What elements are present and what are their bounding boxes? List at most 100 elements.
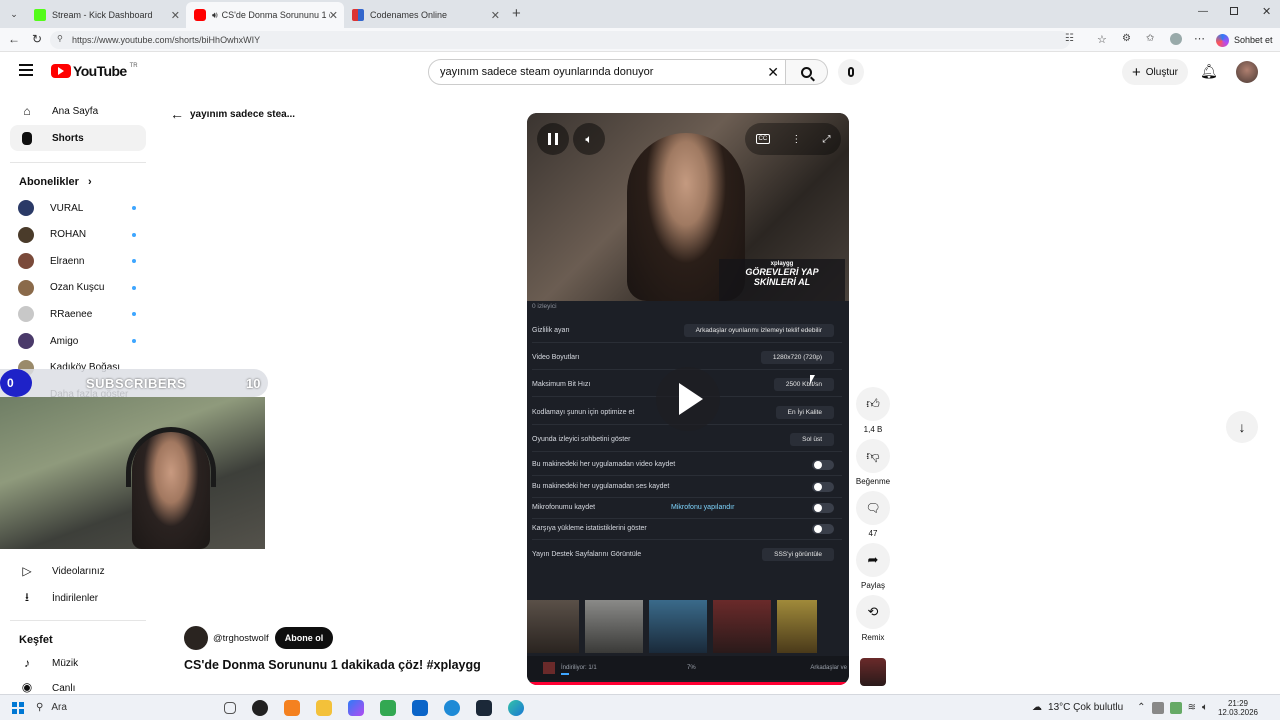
- sidebar-item-downloads[interactable]: ⭳ İndirilenler: [10, 585, 146, 611]
- maximize-icon[interactable]: [1230, 7, 1238, 15]
- voice-search-button[interactable]: [838, 59, 864, 85]
- steam-icon[interactable]: [476, 699, 492, 716]
- search-button[interactable]: [786, 59, 828, 85]
- remix-button[interactable]: ⟲ Remix: [856, 595, 890, 642]
- minimize-icon[interactable]: —: [1198, 6, 1208, 17]
- chevron-up-icon[interactable]: ⌃: [1137, 702, 1145, 713]
- copilot-button[interactable]: Sohbet et: [1216, 31, 1273, 49]
- subscription-item[interactable]: Ozan Kuşcu: [10, 275, 146, 301]
- fullscreen-icon[interactable]: ⤢: [822, 134, 830, 145]
- toggle-switch[interactable]: [812, 481, 834, 492]
- captions-icon[interactable]: CC: [755, 134, 771, 144]
- tab-kick-dashboard[interactable]: Stream - Kick Dashboard ✕: [26, 2, 186, 28]
- system-tray[interactable]: ⌃ ≋ 🔈︎: [1137, 701, 1208, 714]
- game-thumbnail[interactable]: [527, 600, 579, 653]
- hamburger-menu-icon[interactable]: [19, 64, 33, 76]
- close-window-icon[interactable]: ✕: [1262, 5, 1271, 18]
- video-progress-bar[interactable]: [527, 682, 849, 685]
- back-icon[interactable]: ←: [8, 32, 20, 46]
- game-thumbnail[interactable]: [585, 600, 643, 653]
- vscode-icon[interactable]: [444, 699, 460, 716]
- setting-dropdown[interactable]: En İyi Kalite: [775, 406, 834, 419]
- windows-start-icon[interactable]: [12, 701, 24, 714]
- channel-handle[interactable]: @trghostwolf: [213, 633, 269, 644]
- app-available-icon[interactable]: ☷: [1065, 33, 1074, 44]
- youtube-logo[interactable]: YouTube TR: [51, 63, 138, 79]
- channel-avatar[interactable]: [184, 626, 208, 650]
- sidebar-item-home[interactable]: ⌂ Ana Sayfa: [10, 98, 146, 124]
- weather-widget[interactable]: ☁︎ 13°C Çok bulutlu: [1032, 702, 1123, 713]
- wifi-icon[interactable]: ≋: [1188, 702, 1196, 713]
- close-icon[interactable]: ✕: [171, 9, 180, 22]
- sidebar-item-live[interactable]: ◉ Canlı: [10, 676, 146, 694]
- new-tab-button[interactable]: +: [512, 5, 521, 22]
- close-icon[interactable]: ✕: [329, 9, 338, 22]
- tab-codenames[interactable]: Codenames Online ✕: [344, 2, 506, 28]
- toggle-switch[interactable]: [812, 459, 834, 470]
- search-input[interactable]: yayınım sadece steam oyunlarında donuyor…: [428, 59, 786, 85]
- configure-microphone-link[interactable]: Mikrofonu yapılandır: [671, 504, 734, 511]
- close-icon[interactable]: ✕: [491, 9, 500, 22]
- back-to-search-link[interactable]: ← yayınım sadece stea...: [170, 106, 295, 122]
- url-input[interactable]: ⚲ https://www.youtube.com/shorts/biHhOwh…: [50, 31, 1074, 49]
- subscriptions-heading[interactable]: Abonelikler ›: [19, 176, 92, 188]
- obs-icon[interactable]: [252, 699, 268, 716]
- outlook-icon[interactable]: [412, 699, 428, 716]
- speaker-icon[interactable]: 🔊︎: [212, 10, 218, 21]
- profile-icon[interactable]: [1170, 33, 1182, 45]
- site-info-icon[interactable]: ⚲: [57, 34, 63, 43]
- setting-dropdown[interactable]: Sol üst: [790, 433, 834, 446]
- favorite-icon[interactable]: ☆: [1097, 33, 1107, 46]
- shorts-player[interactable]: 🔈︎ CC ⋮ ⤢ xplaygg GÖREVLERİ YAP SKİNLERİ…: [527, 113, 849, 685]
- store-icon[interactable]: [380, 699, 396, 716]
- volume-button[interactable]: 🔈︎: [573, 123, 605, 155]
- tray-app-icon[interactable]: [1151, 701, 1164, 714]
- game-thumbnail[interactable]: [713, 600, 771, 653]
- copilot-app-icon[interactable]: [348, 699, 364, 716]
- share-button[interactable]: ➦ Paylaş: [856, 543, 890, 590]
- view-faq-button[interactable]: SSS'yi görüntüle: [762, 547, 834, 561]
- setting-dropdown[interactable]: 1280x720 (720p): [760, 351, 834, 364]
- more-menu-icon[interactable]: ⋯: [1194, 32, 1205, 45]
- subscription-item[interactable]: VURAL: [10, 195, 146, 221]
- comments-button[interactable]: 🗨︎ 47: [856, 491, 890, 538]
- subscription-item[interactable]: Amigo: [10, 328, 146, 354]
- game-thumbnail[interactable]: [777, 600, 817, 653]
- sidebar-item-your-videos[interactable]: ▷ Videolarınız: [10, 558, 146, 584]
- favorites-bar-icon[interactable]: ✩: [1146, 33, 1154, 44]
- taskbar-search[interactable]: ⚲ Ara: [36, 698, 216, 718]
- big-play-button[interactable]: [656, 367, 720, 431]
- dislike-button[interactable]: 👎︎ Beğenme: [856, 439, 890, 486]
- edge-icon[interactable]: [508, 699, 524, 716]
- subscription-item[interactable]: Elraenn: [10, 248, 146, 274]
- sidebar-item-shorts[interactable]: Shorts: [10, 125, 146, 151]
- create-button[interactable]: + Oluştur: [1122, 59, 1188, 85]
- toggle-switch[interactable]: [812, 523, 834, 534]
- tray-app-icon[interactable]: [1169, 701, 1182, 714]
- subscribe-button[interactable]: Abone ol: [275, 627, 333, 649]
- reload-icon[interactable]: ↻: [32, 32, 42, 46]
- sidebar-item-music[interactable]: ♪ Müzik: [10, 650, 146, 676]
- subscription-item[interactable]: ROHAN: [10, 222, 146, 248]
- like-button[interactable]: 👍︎ 1,4 B: [856, 387, 890, 434]
- account-avatar[interactable]: [1236, 61, 1258, 83]
- game-thumbnail[interactable]: [649, 600, 707, 653]
- next-short-button[interactable]: ↓: [1226, 411, 1258, 443]
- setting-dropdown[interactable]: 2500 Kbit/sn: [773, 378, 834, 391]
- sound-thumbnail[interactable]: [860, 658, 886, 686]
- clock[interactable]: 21:29 12.03.2026: [1218, 699, 1258, 717]
- volume-icon[interactable]: 🔈︎: [1202, 702, 1208, 713]
- toggle-switch[interactable]: [812, 502, 834, 513]
- more-options-icon[interactable]: ⋮: [791, 134, 801, 145]
- cloudflare-icon[interactable]: [284, 699, 300, 716]
- tab-youtube-short[interactable]: 🔊︎ CS'de Donma Sorununu 1 dak ✕: [186, 2, 344, 28]
- clear-search-icon[interactable]: ✕: [767, 64, 779, 81]
- file-explorer-icon[interactable]: [316, 699, 332, 716]
- extensions-icon[interactable]: ⚙: [1122, 33, 1131, 44]
- setting-dropdown[interactable]: Arkadaşlar oyunlarımı izlemeyi teklif ed…: [683, 324, 834, 337]
- pause-button[interactable]: [537, 123, 569, 155]
- notifications-bell-icon[interactable]: 🔔︎: [1200, 63, 1218, 80]
- tab-list-button[interactable]: ⌄: [6, 6, 22, 22]
- subscription-item[interactable]: RRaenee: [10, 301, 146, 327]
- task-view-icon[interactable]: [224, 701, 236, 714]
